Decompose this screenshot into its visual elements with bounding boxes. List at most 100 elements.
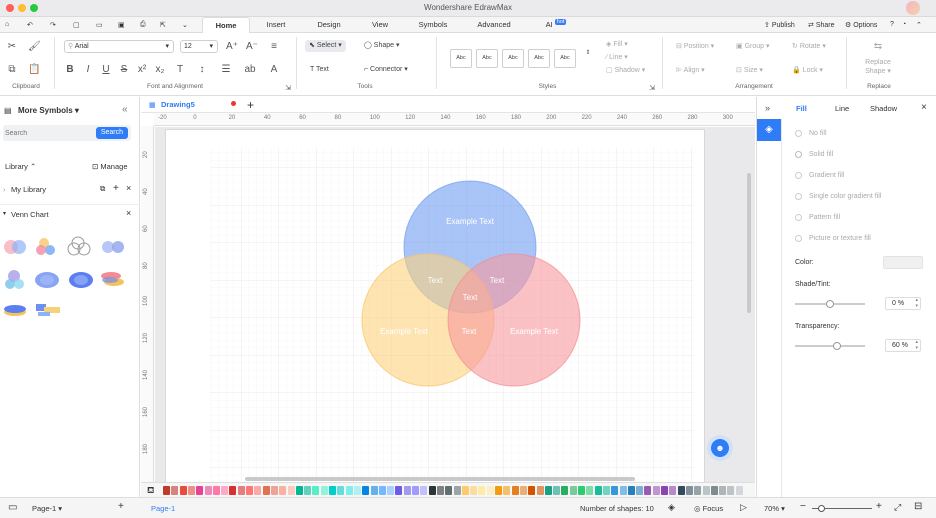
- style-swatch-1[interactable]: Abc: [450, 49, 472, 68]
- radio-no-fill[interactable]: [795, 130, 802, 137]
- color-swatch[interactable]: [561, 486, 569, 495]
- text-case-icon[interactable]: T: [174, 64, 186, 76]
- play-icon[interactable]: ▷: [740, 502, 747, 513]
- tab-insert[interactable]: Insert: [256, 17, 296, 33]
- color-swatch[interactable]: [727, 486, 735, 495]
- help-icon[interactable]: ?: [890, 21, 894, 28]
- focus-button[interactable]: ◎ Focus: [694, 504, 723, 513]
- group-button[interactable]: ▣ Group ▾: [736, 42, 770, 52]
- page-tab-active[interactable]: Page-1: [151, 504, 175, 513]
- color-swatch[interactable]: [652, 486, 660, 495]
- drawing-page[interactable]: Example Text Example Text Example Text T…: [165, 129, 705, 482]
- tab-home[interactable]: Home: [202, 17, 250, 33]
- collapse-arrow-icon[interactable]: ▾: [3, 210, 6, 217]
- color-swatch[interactable]: [229, 486, 237, 495]
- color-swatch[interactable]: [486, 486, 494, 495]
- shadow-button[interactable]: ▢ Shadow ▾: [606, 66, 645, 76]
- format-painter-icon[interactable]: 🖌: [28, 41, 41, 53]
- add-icon[interactable]: +: [113, 183, 119, 194]
- color-swatch[interactable]: [370, 486, 378, 495]
- color-swatch[interactable]: [212, 486, 220, 495]
- import-icon[interactable]: ⧉: [100, 184, 105, 194]
- size-button[interactable]: ⊡ Size ▾: [736, 66, 763, 76]
- tab-ai[interactable]: AI hot: [536, 17, 576, 33]
- color-swatch[interactable]: [378, 486, 386, 495]
- print-icon[interactable]: ⎙: [140, 21, 146, 29]
- more-symbols-title[interactable]: More Symbols ▾: [18, 106, 79, 115]
- color-swatch[interactable]: [478, 486, 486, 495]
- radio-single-gradient[interactable]: [795, 193, 802, 200]
- expand-arrow-icon[interactable]: ›: [3, 185, 6, 194]
- color-swatch[interactable]: [387, 486, 395, 495]
- color-swatch[interactable]: [304, 486, 312, 495]
- venn-symbol-4[interactable]: [102, 241, 124, 253]
- add-page-icon[interactable]: +: [118, 501, 124, 512]
- color-swatch[interactable]: [187, 486, 195, 495]
- option-gradient-fill[interactable]: Gradient fill: [809, 172, 844, 179]
- cut-icon[interactable]: ✂: [6, 41, 18, 53]
- color-swatch[interactable]: [470, 486, 478, 495]
- venn-symbol-10[interactable]: [36, 304, 60, 316]
- zoom-out-icon[interactable]: −: [800, 501, 806, 512]
- more-chevron-icon[interactable]: ⌄: [182, 21, 188, 29]
- venn-chart-category[interactable]: Venn Chart: [11, 210, 49, 219]
- option-single-gradient[interactable]: Single color gradient fill: [809, 193, 881, 200]
- paste-icon[interactable]: 📋: [28, 64, 40, 76]
- decrease-font-icon[interactable]: A⁻: [246, 41, 258, 53]
- color-swatch[interactable]: [312, 486, 320, 495]
- color-swatch[interactable]: [403, 486, 411, 495]
- color-swatch[interactable]: [578, 486, 585, 495]
- venn-top-label[interactable]: Example Text: [430, 217, 510, 226]
- open-folder-icon[interactable]: ▭: [96, 21, 103, 29]
- venn-right-label[interactable]: Example Text: [494, 327, 574, 336]
- color-swatch[interactable]: [503, 486, 511, 495]
- color-swatch[interactable]: [362, 486, 370, 495]
- collapse-panel-icon[interactable]: «: [122, 104, 128, 115]
- options-button[interactable]: ⚙ Options: [845, 21, 877, 29]
- fullscreen-icon[interactable]: ⊟: [914, 501, 922, 512]
- venn-symbol-3[interactable]: [67, 236, 91, 256]
- tab-symbols[interactable]: Symbols: [410, 17, 456, 33]
- tab-shadow[interactable]: Shadow: [870, 104, 897, 113]
- color-swatch[interactable]: [702, 486, 710, 495]
- radio-gradient-fill[interactable]: [795, 172, 802, 179]
- color-swatch[interactable]: [287, 486, 295, 495]
- color-swatch[interactable]: [685, 486, 693, 495]
- document-tab[interactable]: Drawing5: [161, 100, 195, 109]
- align-icon[interactable]: ≡: [268, 41, 280, 53]
- redo-icon[interactable]: ↷: [50, 21, 56, 29]
- styles-scroll-icon[interactable]: ⇕: [582, 47, 594, 59]
- new-tab-icon[interactable]: +: [247, 98, 254, 112]
- home-icon[interactable]: ⌂: [5, 21, 9, 28]
- color-swatch[interactable]: [337, 486, 345, 495]
- font-color-icon[interactable]: A: [268, 64, 280, 76]
- zoom-slider-knob[interactable]: [818, 505, 825, 512]
- vertical-scrollbar[interactable]: [747, 173, 751, 313]
- color-swatch[interactable]: [719, 486, 727, 495]
- color-swatch[interactable]: [677, 486, 685, 495]
- venn-intersection-top-right[interactable]: Text: [482, 276, 512, 285]
- paint-bucket-icon[interactable]: ⛾: [147, 485, 154, 497]
- color-swatch[interactable]: [669, 486, 677, 495]
- library-toggle[interactable]: Library ⌃: [5, 162, 36, 171]
- manage-button[interactable]: ⊡ Manage: [92, 162, 128, 171]
- venn-diagram[interactable]: [166, 130, 706, 482]
- color-swatch[interactable]: [171, 486, 179, 495]
- venn-intersection-top-left[interactable]: Text: [420, 276, 450, 285]
- new-icon[interactable]: ▢: [73, 21, 80, 29]
- zoom-level[interactable]: 70% ▾: [764, 504, 785, 513]
- venn-symbol-2[interactable]: [36, 238, 55, 255]
- replace-shape-button[interactable]: Replace Shape ▾: [852, 58, 904, 76]
- color-swatch[interactable]: [619, 486, 627, 495]
- search-input[interactable]: [5, 127, 91, 139]
- color-swatch[interactable]: [262, 486, 270, 495]
- style-swatch-5[interactable]: Abc: [554, 49, 576, 68]
- color-swatch[interactable]: [412, 486, 419, 495]
- color-swatch[interactable]: [295, 486, 303, 495]
- position-button[interactable]: ⊟ Position ▾: [676, 42, 714, 52]
- publish-button[interactable]: ⇪ Publish: [764, 21, 795, 29]
- color-swatch[interactable]: [179, 486, 187, 495]
- color-swatch[interactable]: [320, 486, 328, 495]
- page-selector[interactable]: Page-1 ▾: [32, 504, 62, 513]
- color-swatch[interactable]: [453, 486, 461, 495]
